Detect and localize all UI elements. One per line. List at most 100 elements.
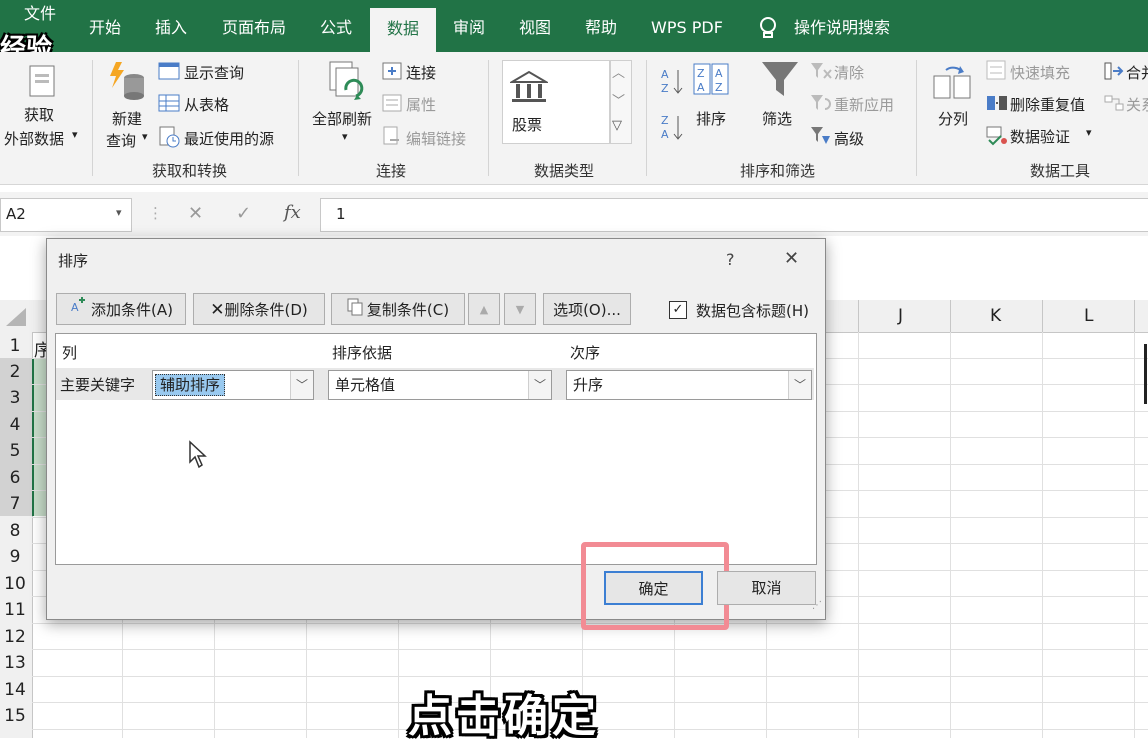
header-checkbox[interactable]: ✓ [669, 301, 687, 319]
column-select-value: 辅助排序 [155, 374, 226, 396]
chevron-down-icon: ▾ [142, 130, 148, 143]
advanced-filter-icon [810, 126, 832, 150]
chevron-down-icon[interactable]: ﹀ [290, 371, 313, 399]
reapply-button[interactable]: 重新应用 [834, 94, 894, 115]
properties-button[interactable]: 属性 [406, 94, 436, 115]
row-header-2[interactable]: 2 [0, 362, 30, 382]
confirm-entry-icon[interactable]: ✓ [236, 203, 251, 224]
svg-text:Z: Z [697, 67, 705, 80]
edit-links-icon [382, 126, 402, 150]
column-header-l[interactable]: L [1084, 306, 1093, 326]
reapply-icon [810, 94, 832, 116]
recent-sources-icon [158, 126, 180, 152]
tell-me-search[interactable]: 操作说明搜索 [786, 0, 898, 52]
group-label-data-types: 数据类型 [534, 162, 595, 180]
row-header-7[interactable]: 7 [0, 494, 30, 514]
edit-links-button[interactable]: 编辑链接 [406, 128, 466, 149]
row-header-12[interactable]: 12 [0, 627, 30, 647]
drag-handle-icon[interactable]: ⋮ [148, 204, 163, 222]
chevron-down-icon[interactable]: ﹀ [528, 371, 551, 399]
row-header-10[interactable]: 10 [0, 574, 30, 594]
flash-fill-button[interactable]: 快速填充 [1010, 62, 1070, 83]
tab-data[interactable]: 数据 [370, 8, 436, 52]
row-header-11[interactable]: 11 [0, 600, 30, 620]
tab-view[interactable]: 视图 [510, 0, 560, 52]
cancel-entry-icon[interactable]: ✕ [188, 203, 203, 224]
row-header-5[interactable]: 5 [0, 441, 30, 461]
formula-input[interactable] [320, 198, 1148, 232]
clear-button[interactable]: 清除 [834, 62, 864, 83]
tab-wps-pdf[interactable]: WPS PDF [642, 0, 732, 52]
group-separator [916, 60, 917, 176]
show-query-button[interactable]: 显示查询 [184, 62, 244, 83]
tab-formulas[interactable]: 公式 [310, 0, 362, 52]
clear-filter-icon [810, 62, 832, 84]
chevron-down-icon[interactable]: ﹀ [612, 90, 625, 109]
insert-function-icon[interactable]: fx [284, 202, 301, 223]
connections-button[interactable]: 连接 [406, 62, 436, 83]
get-external-data-button[interactable]: 获取 [24, 104, 54, 125]
advanced-button[interactable]: 高级 [834, 128, 864, 149]
row-header-1[interactable]: 1 [0, 336, 30, 356]
options-button[interactable]: 选项(O)... [543, 293, 631, 325]
primary-key-label: 主要关键字 [60, 376, 136, 394]
move-down-icon[interactable]: ▼ [504, 293, 536, 325]
row-header-13[interactable]: 13 [0, 653, 30, 673]
tab-help[interactable]: 帮助 [576, 0, 626, 52]
group-separator [646, 60, 647, 176]
row-header-15[interactable]: 15 [0, 706, 30, 726]
close-icon[interactable]: ✕ [784, 248, 799, 269]
tab-page-layout[interactable]: 页面布局 [212, 0, 296, 52]
gallery-more-icon[interactable]: ▽ [612, 118, 622, 133]
sort-on-select[interactable]: 单元格值 ﹀ [328, 370, 552, 400]
tab-insert[interactable]: 插入 [146, 0, 196, 52]
col-divider [1134, 300, 1135, 332]
ok-button[interactable]: 确定 [604, 571, 703, 605]
table-icon [158, 94, 180, 116]
relationships-button[interactable]: 关系 [1126, 94, 1148, 115]
filter-button[interactable]: 筛选 [762, 108, 792, 129]
chevron-down-icon[interactable]: ▾ [116, 206, 122, 219]
formula-value: 1 [336, 205, 346, 223]
resize-grip-icon[interactable]: ⋰ [812, 600, 822, 611]
tab-review[interactable]: 审阅 [444, 0, 494, 52]
new-query-button[interactable]: 新建 [112, 108, 142, 129]
data-validation-button[interactable]: 数据验证 [1010, 126, 1070, 147]
cancel-button[interactable]: 取消 [717, 571, 816, 605]
order-select[interactable]: 升序 ﹀ [566, 370, 812, 400]
row-header-3[interactable]: 3 [0, 388, 30, 408]
lightbulb-icon [758, 16, 778, 44]
refresh-all-button[interactable]: 全部刷新 [312, 108, 372, 129]
flash-fill-icon [986, 60, 1006, 84]
column-header-j[interactable]: J [898, 306, 903, 326]
remove-duplicates-button[interactable]: 删除重复值 [1010, 94, 1085, 115]
copy-condition-button[interactable]: 复制条件(C) [331, 293, 465, 325]
grid-line [950, 332, 951, 738]
row-header-14[interactable]: 14 [0, 680, 30, 700]
move-up-icon[interactable]: ▲ [468, 293, 500, 325]
add-condition-button[interactable]: A 添加条件(A) [56, 293, 186, 325]
row-header-9[interactable]: 9 [0, 547, 30, 567]
tab-home[interactable]: 开始 [80, 0, 130, 52]
column-select[interactable]: 辅助排序 ﹀ [152, 370, 314, 400]
row-header-6[interactable]: 6 [0, 468, 30, 488]
from-table-button[interactable]: 从表格 [184, 94, 229, 115]
select-all-icon[interactable] [6, 308, 26, 326]
get-external-data-label: 外部数据 [4, 130, 65, 148]
svg-text:A: A [697, 81, 705, 94]
chevron-down-icon[interactable]: ﹀ [788, 371, 811, 399]
column-header-k[interactable]: K [990, 306, 1001, 326]
row-header-4[interactable]: 4 [0, 415, 30, 435]
group-label-get-transform: 获取和转换 [152, 162, 228, 180]
consolidate-button[interactable]: 合并 [1126, 62, 1148, 83]
row-header-8[interactable]: 8 [0, 521, 30, 541]
recent-sources-button[interactable]: 最近使用的源 [184, 128, 274, 149]
help-icon[interactable]: ? [726, 250, 735, 269]
delete-condition-button[interactable]: ✕删除条件(D) [193, 293, 325, 325]
chevron-up-icon[interactable]: ︿ [612, 62, 625, 81]
svg-text:A: A [661, 128, 669, 141]
sort-button[interactable]: 排序 [696, 108, 726, 129]
text-to-columns-button[interactable]: 分列 [938, 108, 968, 129]
stocks-button[interactable]: 股票 [512, 114, 542, 135]
sort-icon: ZAAZ [692, 62, 732, 100]
